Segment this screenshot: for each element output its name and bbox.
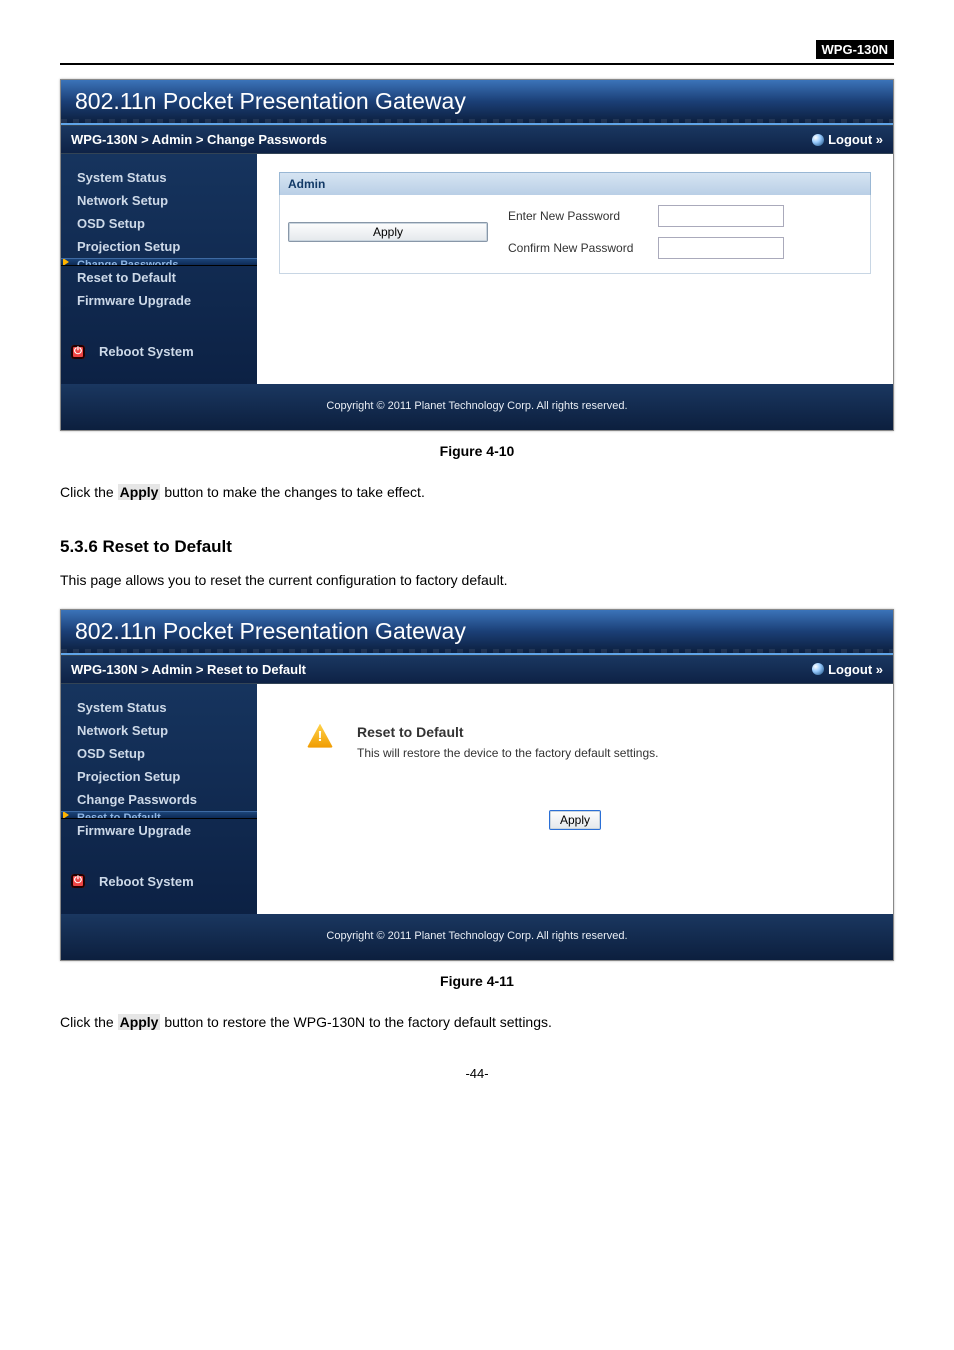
sidebar-item-network-setup[interactable]: Network Setup [61, 719, 257, 742]
sidebar-item-reset-default-active[interactable]: Reset to Default [61, 811, 257, 819]
sidebar-item-network-setup[interactable]: Network Setup [61, 189, 257, 212]
breadcrumb-bar: WPG-130N > Admin > Change Passwords Logo… [61, 125, 893, 154]
sidebar-item-change-passwords-active[interactable]: Change Passwords [61, 258, 257, 266]
input-confirm-new-password[interactable] [658, 237, 784, 259]
figure-caption-4-10: Figure 4-10 [60, 443, 894, 459]
reset-title: Reset to Default [357, 724, 658, 740]
logout-link[interactable]: Logout » [812, 132, 883, 147]
copyright-footer: Copyright © 2011 Planet Technology Corp.… [61, 384, 893, 430]
doc-header: WPG-130N [60, 40, 894, 65]
sidebar-item-change-passwords[interactable]: Change Passwords [61, 788, 257, 811]
sidebar-2: System Status Network Setup OSD Setup Pr… [61, 684, 257, 914]
logout-label-2: Logout » [828, 662, 883, 677]
section-heading-536: 5.3.6 Reset to Default [60, 537, 894, 557]
screenshot-fig-4-11: 802.11n Pocket Presentation Gateway WPG-… [60, 609, 894, 961]
logout-link-2[interactable]: Logout » [812, 662, 883, 677]
sidebar-item-reset-default[interactable]: Reset to Default [61, 266, 257, 289]
breadcrumb: WPG-130N > Admin > Change Passwords [71, 132, 327, 147]
router-title-2: 802.11n Pocket Presentation Gateway [61, 610, 893, 655]
logout-label: Logout » [828, 132, 883, 147]
screenshot-fig-4-10: 802.11n Pocket Presentation Gateway WPG-… [60, 79, 894, 431]
reboot-label: Reboot System [99, 344, 194, 359]
sidebar-item-projection-setup[interactable]: Projection Setup [61, 765, 257, 788]
page-number: -44- [60, 1066, 894, 1081]
sidebar-item-firmware-upgrade[interactable]: Firmware Upgrade [61, 819, 257, 842]
sidebar-item-osd-setup[interactable]: OSD Setup [61, 742, 257, 765]
globe-icon [812, 663, 824, 675]
copyright-footer-2: Copyright © 2011 Planet Technology Corp.… [61, 914, 893, 960]
warning-icon [307, 724, 333, 748]
globe-icon [812, 134, 824, 146]
section-intro-536: This page allows you to reset the curren… [60, 569, 894, 593]
breadcrumb-2: WPG-130N > Admin > Reset to Default [71, 662, 306, 677]
input-enter-new-password[interactable] [658, 205, 784, 227]
main-panel: Admin Enter New Password Apply Confirm N… [257, 154, 893, 384]
main-panel-2: Reset to Default This will restore the d… [257, 684, 893, 914]
sidebar-item-projection-setup[interactable]: Projection Setup [61, 235, 257, 258]
panel-header-admin: Admin [279, 172, 871, 195]
figure-caption-4-11: Figure 4-11 [60, 973, 894, 989]
apply-button[interactable]: Apply [288, 222, 488, 242]
sidebar-item-firmware-upgrade[interactable]: Firmware Upgrade [61, 289, 257, 312]
sidebar: System Status Network Setup OSD Setup Pr… [61, 154, 257, 384]
sidebar-item-system-status[interactable]: System Status [61, 696, 257, 719]
power-icon: ⏻ [71, 874, 85, 888]
doc-instruction-1: Click the Apply button to make the chang… [60, 481, 894, 505]
label-enter-new-password: Enter New Password [508, 209, 638, 223]
reset-message: This will restore the device to the fact… [357, 746, 658, 760]
breadcrumb-bar-2: WPG-130N > Admin > Reset to Default Logo… [61, 655, 893, 684]
sidebar-item-osd-setup[interactable]: OSD Setup [61, 212, 257, 235]
model-tag: WPG-130N [816, 40, 894, 59]
sidebar-item-system-status[interactable]: System Status [61, 166, 257, 189]
sidebar-item-reboot-2[interactable]: ⏻ Reboot System [61, 870, 257, 893]
reboot-label-2: Reboot System [99, 874, 194, 889]
sidebar-item-reboot[interactable]: ⏻ Reboot System [61, 340, 257, 363]
router-title: 802.11n Pocket Presentation Gateway [61, 80, 893, 125]
label-confirm-new-password: Confirm New Password [508, 241, 638, 255]
doc-instruction-2: Click the Apply button to restore the WP… [60, 1011, 894, 1035]
power-icon: ⏻ [71, 345, 85, 359]
apply-button-reset[interactable]: Apply [549, 810, 601, 830]
